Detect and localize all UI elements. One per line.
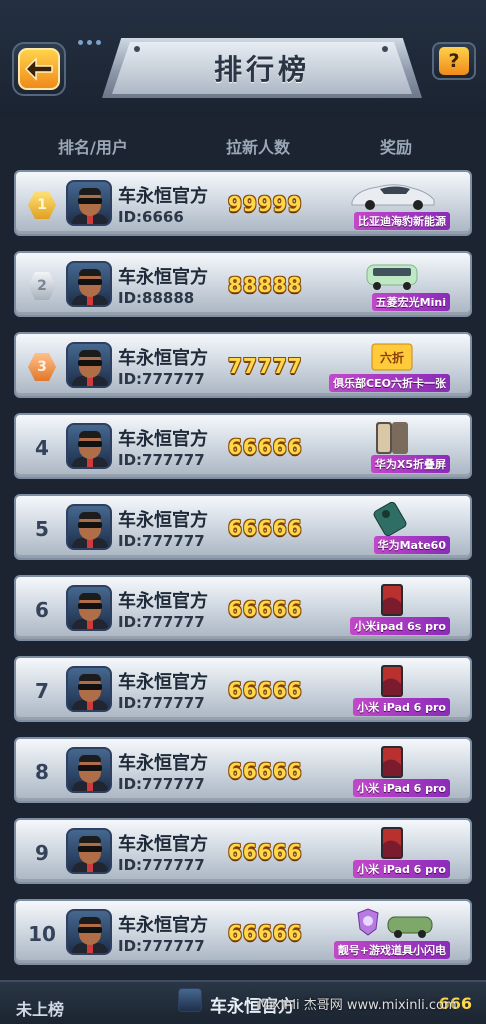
user-name: 车永恒官方 bbox=[118, 753, 208, 774]
column-header-rank-user: 排名/用户 bbox=[58, 138, 128, 157]
invite-count: 66666 bbox=[228, 516, 303, 540]
my-avatar bbox=[178, 988, 202, 1012]
user-name: 车永恒官方 bbox=[118, 915, 208, 936]
back-arrow-icon bbox=[18, 48, 60, 90]
reward-label: 华为X5折叠屏 bbox=[370, 455, 450, 473]
leaderboard-row[interactable]: 6 车永恒官方 ID:777777 66666 小米ipad 6s pro bbox=[14, 575, 472, 641]
foldable-phone-icon bbox=[344, 420, 440, 456]
leaderboard-row[interactable]: 7 车永恒官方 ID:777777 66666 小米 iPad 6 pro bbox=[14, 656, 472, 722]
invite-count: 66666 bbox=[228, 597, 303, 621]
user-avatar[interactable] bbox=[66, 261, 112, 307]
user-name: 车永恒官方 bbox=[118, 348, 208, 369]
leaderboard-list: 1 车永恒官方 ID:6666 99999 比亚迪海豹新能源 2 车永恒官方 I… bbox=[14, 170, 472, 980]
tablet-icon bbox=[344, 744, 440, 780]
user-id: ID:88888 bbox=[118, 289, 195, 307]
top-bar: 排行榜 ? bbox=[0, 0, 486, 118]
column-header-invites: 拉新人数 bbox=[226, 138, 291, 157]
user-name: 车永恒官方 bbox=[118, 429, 208, 450]
help-icon: ? bbox=[439, 47, 469, 75]
user-avatar[interactable] bbox=[66, 180, 112, 226]
rank-medal-icon: 1 bbox=[28, 191, 56, 219]
back-button[interactable] bbox=[12, 42, 66, 96]
user-avatar[interactable] bbox=[66, 909, 112, 955]
svg-text:六折: 六折 bbox=[380, 350, 404, 365]
user-avatar[interactable] bbox=[66, 666, 112, 712]
user-avatar[interactable] bbox=[66, 828, 112, 874]
rank-number: 4 bbox=[35, 436, 49, 460]
leaderboard-row[interactable]: 1 车永恒官方 ID:6666 99999 比亚迪海豹新能源 bbox=[14, 170, 472, 236]
user-avatar[interactable] bbox=[66, 747, 112, 793]
page-title: 排行榜 bbox=[213, 53, 310, 86]
tablet-icon bbox=[344, 582, 440, 618]
user-id: ID:777777 bbox=[118, 775, 205, 793]
rank-medal-icon: 3 bbox=[28, 353, 56, 381]
car-icon bbox=[344, 177, 440, 213]
user-name: 车永恒官方 bbox=[118, 834, 208, 855]
reward-label: 小米 iPad 6 pro bbox=[353, 779, 450, 797]
phone-icon bbox=[344, 501, 440, 537]
user-avatar[interactable] bbox=[66, 342, 112, 388]
user-id: ID:777777 bbox=[118, 532, 205, 550]
help-button[interactable]: ? bbox=[432, 42, 476, 80]
leaderboard-row[interactable]: 2 车永恒官方 ID:88888 88888 五菱宏光Mini bbox=[14, 251, 472, 317]
leaderboard-row[interactable]: 9 车永恒官方 ID:777777 66666 小米 iPad 6 pro bbox=[14, 818, 472, 884]
tablet-icon bbox=[344, 825, 440, 861]
reward-label: 靓号+游戏道具小闪电 bbox=[333, 941, 450, 959]
rank-number: 5 bbox=[35, 517, 49, 541]
invite-count: 66666 bbox=[228, 921, 303, 945]
invite-count: 66666 bbox=[228, 759, 303, 783]
decor-dots bbox=[78, 40, 101, 45]
user-name: 车永恒官方 bbox=[118, 186, 208, 207]
user-id: ID:777777 bbox=[118, 370, 205, 388]
my-rank-status: 未上榜 bbox=[16, 1000, 65, 1019]
rank-number: 9 bbox=[35, 841, 49, 865]
leaderboard-row[interactable]: 8 车永恒官方 ID:777777 66666 小米 iPad 6 pro bbox=[14, 737, 472, 803]
column-header-reward: 奖励 bbox=[380, 138, 413, 157]
coupon-icon: 六折 bbox=[344, 339, 440, 375]
rivet-icon bbox=[382, 46, 388, 52]
user-id: ID:777777 bbox=[118, 451, 205, 469]
invite-count: 66666 bbox=[228, 678, 303, 702]
user-id: ID:777777 bbox=[118, 856, 205, 874]
user-name: 车永恒官方 bbox=[118, 510, 208, 531]
user-id: ID:777777 bbox=[118, 937, 205, 955]
rivet-icon bbox=[134, 46, 140, 52]
invite-count: 66666 bbox=[228, 840, 303, 864]
leaderboard-row[interactable]: 5 车永恒官方 ID:777777 66666 华为Mate60 bbox=[14, 494, 472, 560]
user-id: ID:6666 bbox=[118, 208, 184, 226]
user-avatar[interactable] bbox=[66, 585, 112, 631]
reward-label: 小米 iPad 6 pro bbox=[353, 860, 450, 878]
watermark: Mixinli 杰哥网 www.mixinli.com bbox=[258, 998, 457, 1013]
rank-number: 6 bbox=[35, 598, 49, 622]
user-id: ID:777777 bbox=[118, 694, 205, 712]
tablet-icon bbox=[344, 663, 440, 699]
reward-label: 五菱宏光Mini bbox=[371, 293, 450, 311]
invite-count: 66666 bbox=[228, 435, 303, 459]
reward-label: 华为Mate60 bbox=[373, 536, 450, 554]
title-plate: 排行榜 bbox=[102, 38, 422, 98]
leaderboard-row[interactable]: 10 车永恒官方 ID:777777 66666 靓号+游戏道具小闪电 bbox=[14, 899, 472, 965]
rank-number: 8 bbox=[35, 760, 49, 784]
invite-count: 88888 bbox=[228, 273, 303, 297]
invite-count: 77777 bbox=[228, 354, 303, 378]
reward-label: 小米ipad 6s pro bbox=[350, 617, 450, 635]
rank-number: 7 bbox=[35, 679, 49, 703]
leaderboard-row[interactable]: 4 车永恒官方 ID:777777 66666 华为X5折叠屏 bbox=[14, 413, 472, 479]
user-name: 车永恒官方 bbox=[118, 267, 208, 288]
user-avatar[interactable] bbox=[66, 423, 112, 469]
reward-label: 比亚迪海豹新能源 bbox=[354, 212, 450, 230]
leaderboard-row[interactable]: 3 车永恒官方 ID:777777 77777 六折 俱乐部CEO六折卡一张 bbox=[14, 332, 472, 398]
mini-car-icon bbox=[344, 258, 440, 294]
invite-count: 99999 bbox=[228, 192, 303, 216]
rank-number: 10 bbox=[28, 922, 56, 946]
game-items-icon bbox=[344, 906, 440, 942]
user-id: ID:777777 bbox=[118, 613, 205, 631]
reward-label: 俱乐部CEO六折卡一张 bbox=[329, 374, 450, 392]
my-rank-bar: 未上榜 车永恒官方 666 Mixinli 杰哥网 www.mixinli.co… bbox=[0, 980, 486, 1024]
rank-medal-icon: 2 bbox=[28, 272, 56, 300]
user-name: 车永恒官方 bbox=[118, 591, 208, 612]
reward-label: 小米 iPad 6 pro bbox=[353, 698, 450, 716]
user-avatar[interactable] bbox=[66, 504, 112, 550]
user-name: 车永恒官方 bbox=[118, 672, 208, 693]
